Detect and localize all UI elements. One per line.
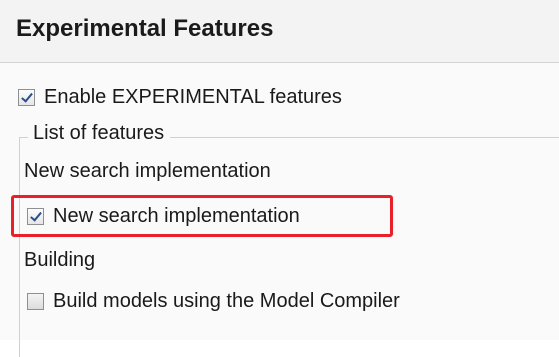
enable-experimental-label: Enable EXPERIMENTAL features	[44, 86, 342, 108]
section-heading-new-search: New search implementation	[24, 160, 271, 182]
new-search-implementation-checkbox[interactable]: New search implementation	[27, 205, 300, 228]
checkbox-checked-icon[interactable]	[27, 208, 44, 225]
build-models-model-compiler-checkbox[interactable]: Build models using the Model Compiler	[27, 290, 400, 313]
checkbox-unchecked-icon[interactable]	[27, 293, 44, 310]
page-title: Experimental Features	[16, 15, 274, 42]
preferences-panel: Experimental Features Enable EXPERIMENTA…	[0, 0, 559, 357]
enable-experimental-checkbox[interactable]: Enable EXPERIMENTAL features	[18, 86, 342, 109]
build-models-model-compiler-label: Build models using the Model Compiler	[53, 290, 400, 312]
features-group-legend: List of features	[28, 122, 171, 145]
section-heading-building: Building	[24, 249, 96, 271]
page-header: Experimental Features	[0, 0, 559, 62]
checkbox-checked-icon[interactable]	[18, 89, 35, 106]
new-search-implementation-label: New search implementation	[53, 205, 300, 227]
